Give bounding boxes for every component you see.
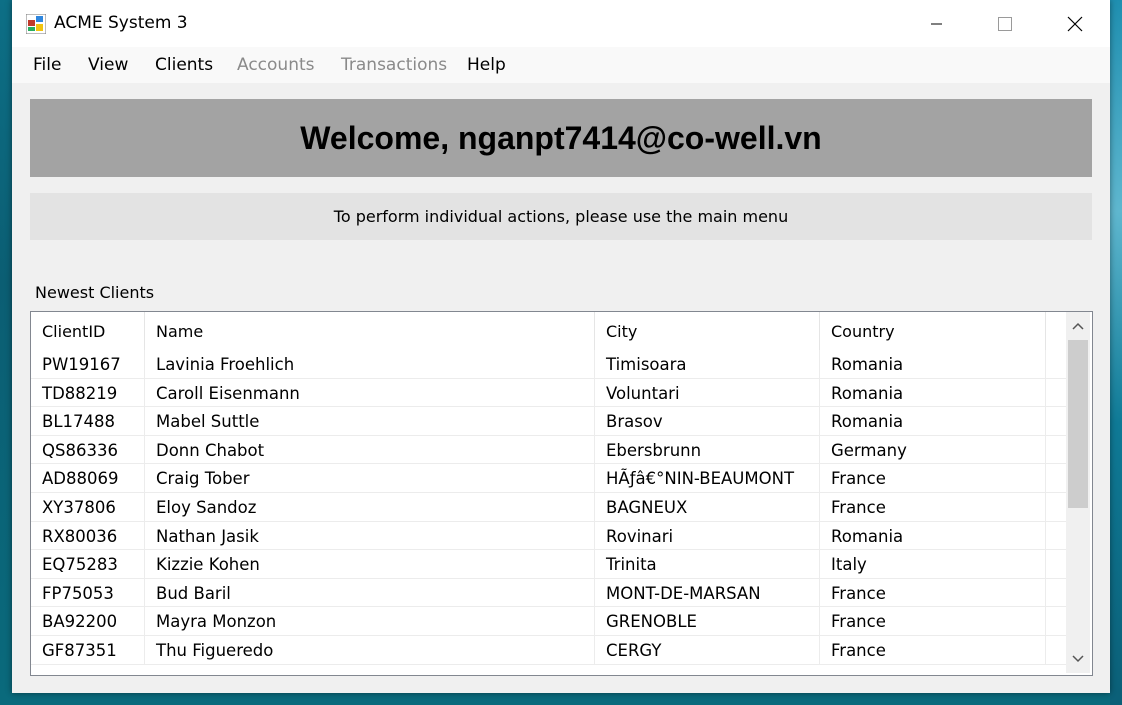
- chevron-down-icon: [1072, 655, 1084, 663]
- cell-clientid: QS86336: [31, 435, 145, 464]
- cell-name: Mabel Suttle: [145, 407, 595, 436]
- cell-clientid: PW19167: [31, 350, 145, 378]
- scroll-down-button[interactable]: [1066, 645, 1090, 673]
- maximize-button[interactable]: [970, 0, 1040, 47]
- table-row[interactable]: TD88219 Caroll Eisenmann Voluntari Romania: [31, 378, 1066, 408]
- menu-help[interactable]: Help: [467, 55, 506, 75]
- menu-bar: File View Clients Accounts Transactions …: [12, 47, 1110, 83]
- menu-view[interactable]: View: [88, 55, 128, 75]
- cell-city: Ebersbrunn: [595, 435, 820, 464]
- close-button[interactable]: [1040, 0, 1110, 47]
- table-row[interactable]: PW19167 Lavinia Froehlich Timisoara Romania: [31, 350, 1066, 379]
- cell-city: Timisoara: [595, 350, 820, 378]
- app-window: ACME System 3 File View Clients Accounts…: [12, 0, 1110, 693]
- grid-header: ClientID Name City Country: [31, 312, 1066, 350]
- cell-clientid: RX80036: [31, 521, 145, 550]
- cell-city: HÃƒâ€°NIN-BEAUMONT: [595, 464, 820, 493]
- table-row[interactable]: BL17488 Mabel Suttle Brasov Romania: [31, 407, 1066, 436]
- clients-grid[interactable]: ClientID Name City Country PW19167 Lavini…: [30, 311, 1093, 676]
- title-bar: ACME System 3: [12, 0, 1110, 47]
- cell-name: Donn Chabot: [145, 435, 595, 464]
- cell-name: Bud Baril: [145, 578, 595, 607]
- info-text: To perform individual actions, please us…: [333, 207, 789, 226]
- desktop-background: [1110, 0, 1122, 705]
- table-row[interactable]: RX80036 Nathan Jasik Rovinari Romania: [31, 521, 1066, 551]
- cell-clientid: BL17488: [31, 407, 145, 436]
- cell-clientid: EQ75283: [31, 550, 145, 579]
- table-row[interactable]: BA92200 Mayra Monzon GRENOBLE France: [31, 607, 1066, 636]
- chevron-up-icon: [1072, 322, 1084, 330]
- cell-country: Romania: [820, 350, 1046, 378]
- newest-clients-label: Newest Clients: [35, 283, 155, 302]
- cell-country: Italy: [820, 550, 1046, 579]
- cell-name: Thu Figueredo: [145, 635, 595, 664]
- minimize-button[interactable]: [902, 0, 972, 47]
- info-panel: To perform individual actions, please us…: [30, 193, 1092, 240]
- cell-country: Romania: [820, 378, 1046, 407]
- app-icon: [25, 13, 47, 35]
- window-title: ACME System 3: [54, 13, 188, 33]
- cell-city: MONT-DE-MARSAN: [595, 578, 820, 607]
- cell-city: Voluntari: [595, 378, 820, 407]
- cell-city: Trinita: [595, 550, 820, 579]
- cell-country: Romania: [820, 407, 1046, 436]
- cell-name: Kizzie Kohen: [145, 550, 595, 579]
- table-row[interactable]: EQ75283 Kizzie Kohen Trinita Italy: [31, 550, 1066, 579]
- cell-city: Brasov: [595, 407, 820, 436]
- cell-clientid: GF87351: [31, 635, 145, 664]
- cell-country: France: [820, 464, 1046, 493]
- cell-name: Craig Tober: [145, 464, 595, 493]
- column-header-city[interactable]: City: [595, 312, 820, 350]
- cell-country: France: [820, 578, 1046, 607]
- cell-name: Lavinia Froehlich: [145, 350, 595, 378]
- cell-city: BAGNEUX: [595, 492, 820, 521]
- grid-rows: PW19167 Lavinia Froehlich Timisoara Romania…: [31, 350, 1066, 665]
- table-row[interactable]: AD88069 Craig Tober HÃƒâ€°NIN-BEAUMONT Fran…: [31, 464, 1066, 493]
- cell-country: France: [820, 635, 1046, 664]
- scroll-thumb[interactable]: [1068, 340, 1088, 508]
- vertical-scrollbar[interactable]: [1066, 312, 1090, 673]
- table-row[interactable]: FP75053 Bud Baril MONT-DE-MARSAN France: [31, 578, 1066, 608]
- cell-clientid: AD88069: [31, 464, 145, 493]
- cell-clientid: TD88219: [31, 378, 145, 407]
- maximize-icon: [998, 16, 1012, 31]
- cell-city: CERGY: [595, 635, 820, 664]
- column-header-country[interactable]: Country: [820, 312, 1046, 350]
- welcome-text: Welcome, nganpt7414@co-well.vn: [300, 119, 822, 156]
- table-row[interactable]: XY37806 Eloy Sandoz BAGNEUX France: [31, 492, 1066, 522]
- column-header-name[interactable]: Name: [145, 312, 595, 350]
- menu-transactions: Transactions: [341, 55, 448, 75]
- table-row[interactable]: GF87351 Thu Figueredo CERGY France: [31, 635, 1066, 665]
- cell-name: Nathan Jasik: [145, 521, 595, 550]
- cell-name: Mayra Monzon: [145, 607, 595, 636]
- cell-name: Eloy Sandoz: [145, 492, 595, 521]
- menu-clients[interactable]: Clients: [155, 55, 213, 75]
- menu-file[interactable]: File: [33, 55, 61, 75]
- cell-country: France: [820, 607, 1046, 636]
- welcome-banner: Welcome, nganpt7414@co-well.vn: [30, 99, 1092, 177]
- cell-clientid: BA92200: [31, 607, 145, 636]
- close-icon: [1067, 16, 1083, 31]
- scroll-up-button[interactable]: [1066, 312, 1090, 340]
- cell-clientid: XY37806: [31, 492, 145, 521]
- cell-country: France: [820, 492, 1046, 521]
- cell-country: Germany: [820, 435, 1046, 464]
- cell-city: GRENOBLE: [595, 607, 820, 636]
- cell-name: Caroll Eisenmann: [145, 378, 595, 407]
- menu-accounts: Accounts: [237, 55, 315, 75]
- cell-city: Rovinari: [595, 521, 820, 550]
- cell-country: Romania: [820, 521, 1046, 550]
- cell-clientid: FP75053: [31, 578, 145, 607]
- table-row[interactable]: QS86336 Donn Chabot Ebersbrunn Germany: [31, 435, 1066, 465]
- minimize-icon: [931, 23, 942, 24]
- column-header-clientid[interactable]: ClientID: [31, 312, 145, 350]
